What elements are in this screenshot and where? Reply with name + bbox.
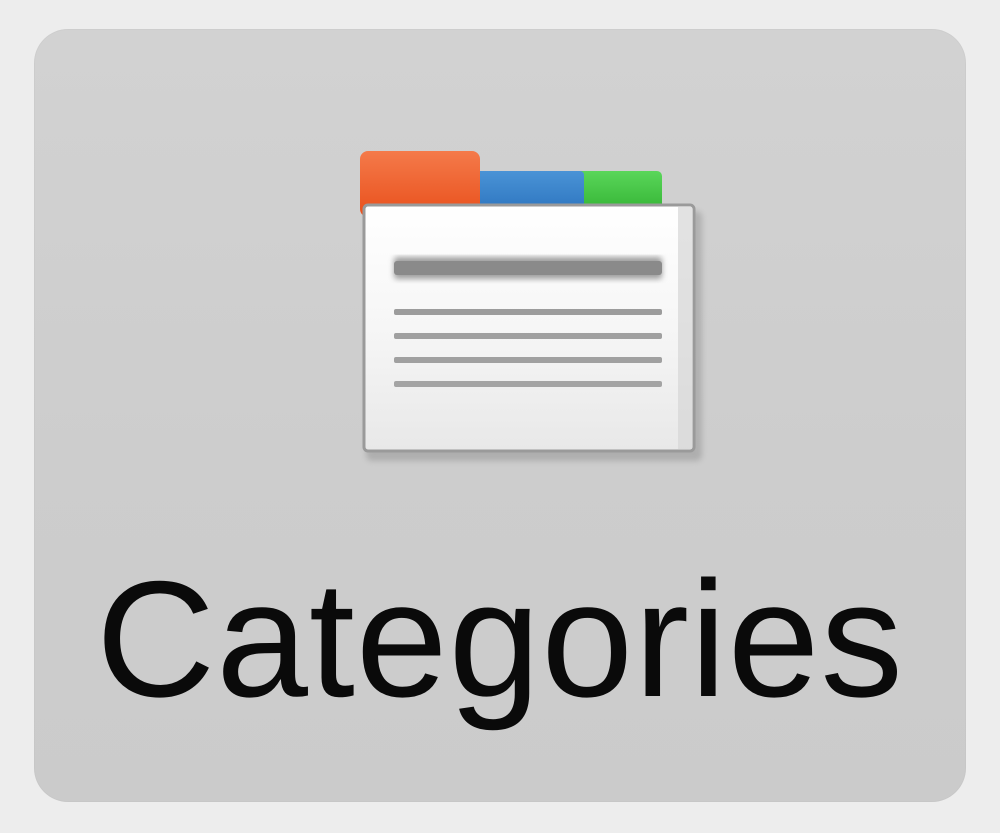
tile-label: Categories [96,547,904,731]
categories-tile[interactable]: Categories [34,29,966,802]
categories-icon [326,121,712,467]
